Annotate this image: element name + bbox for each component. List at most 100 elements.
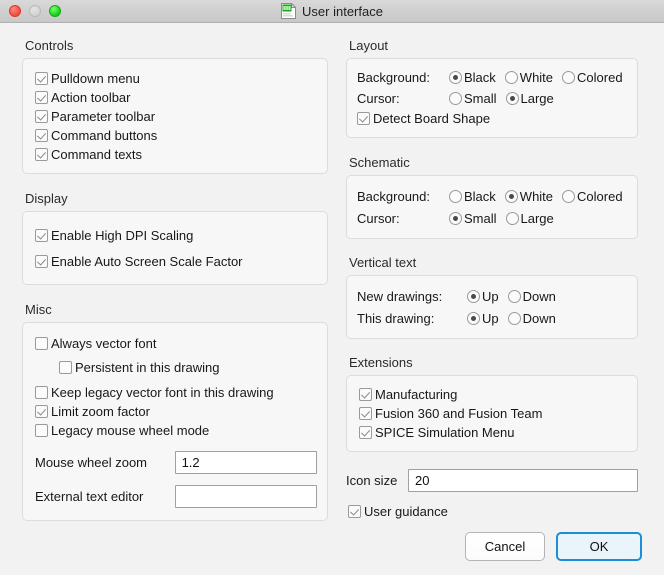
checkbox-manufacturing[interactable]: Manufacturing <box>359 385 629 403</box>
checkbox-pulldown-menu[interactable]: Pulldown menu <box>35 69 317 87</box>
checkbox-icon[interactable] <box>35 128 48 142</box>
radio-icon[interactable] <box>505 211 519 225</box>
radio-icon[interactable] <box>507 311 521 325</box>
window-controls <box>0 5 61 17</box>
checkbox-icon[interactable] <box>35 147 48 161</box>
radio-icon[interactable] <box>562 70 576 84</box>
checkbox-keep-legacy-vector-font[interactable]: Keep legacy vector font in this drawing <box>35 383 317 401</box>
checkbox-label: Detect Board Shape <box>373 110 491 126</box>
radio-schematic-cursor-small[interactable]: Small <box>449 211 497 226</box>
external-text-editor-input[interactable] <box>174 485 317 508</box>
radio-layout-background-colored[interactable]: Colored <box>562 70 623 85</box>
radio-this-drawing-up[interactable]: Up <box>467 311 499 326</box>
checkbox-always-vector-font[interactable]: Always vector font <box>35 334 317 352</box>
checkbox-icon[interactable] <box>35 109 48 123</box>
checkbox-icon[interactable] <box>35 90 48 104</box>
radio-label: White <box>519 188 554 204</box>
checkbox-label: Action toolbar <box>51 89 131 105</box>
field-mouse-wheel-zoom: Mouse wheel zoom 1.2 <box>35 451 317 474</box>
checkbox-icon[interactable] <box>359 425 372 439</box>
radio-icon[interactable] <box>467 311 480 325</box>
radio-icon[interactable] <box>449 70 462 84</box>
radio-icon[interactable] <box>504 70 518 84</box>
section-misc: Misc Always vector font Persistent in th… <box>22 302 328 521</box>
radio-label: Up <box>482 310 499 326</box>
checkbox-icon[interactable] <box>348 504 361 518</box>
checkbox-command-texts[interactable]: Command texts <box>35 145 317 163</box>
radio-icon[interactable] <box>449 91 462 105</box>
radio-schematic-background-colored[interactable]: Colored <box>562 189 623 204</box>
checkbox-icon[interactable] <box>59 360 72 374</box>
minimize-button[interactable] <box>29 5 41 17</box>
icon-size-label: Icon size <box>346 473 398 488</box>
radio-layout-cursor-small[interactable]: Small <box>449 91 497 106</box>
radio-label: Down <box>522 288 556 304</box>
extensions-group: Manufacturing Fusion 360 and Fusion Team… <box>346 375 638 452</box>
checkbox-label: Enable Auto Screen Scale Factor <box>51 253 243 269</box>
checkbox-spice-simulation-menu[interactable]: SPICE Simulation Menu <box>359 423 629 441</box>
checkbox-icon[interactable] <box>359 387 372 401</box>
mouse-wheel-zoom-input[interactable]: 1.2 <box>174 451 317 474</box>
section-schematic: Schematic Background: Black White Colore… <box>346 155 638 239</box>
ok-button[interactable]: OK <box>556 532 642 561</box>
display-heading: Display <box>25 191 68 206</box>
radio-icon[interactable] <box>505 91 519 105</box>
checkbox-icon[interactable] <box>35 404 48 418</box>
checkbox-fusion-360-and-fusion-team[interactable]: Fusion 360 and Fusion Team <box>359 404 629 422</box>
radio-new-drawings-up[interactable]: Up <box>467 289 499 304</box>
radio-icon[interactable] <box>504 189 518 203</box>
checkbox-label: Persistent in this drawing <box>75 359 220 375</box>
user-interface-dialog: User interface Controls Pulldown menu Ac… <box>0 0 664 575</box>
section-controls: Controls Pulldown menu Action toolbar Pa… <box>22 38 328 174</box>
checkbox-parameter-toolbar[interactable]: Parameter toolbar <box>35 107 317 125</box>
radio-layout-cursor-large[interactable]: Large <box>505 91 554 106</box>
checkbox-enable-high-dpi-scaling[interactable]: Enable High DPI Scaling <box>35 226 317 244</box>
checkbox-legacy-mouse-wheel-mode[interactable]: Legacy mouse wheel mode <box>35 421 317 439</box>
schematic-background-label: Background: <box>357 188 430 204</box>
checkbox-action-toolbar[interactable]: Action toolbar <box>35 88 317 106</box>
mouse-wheel-zoom-label: Mouse wheel zoom <box>35 455 147 470</box>
checkbox-enable-auto-screen-scale-factor[interactable]: Enable Auto Screen Scale Factor <box>35 252 317 270</box>
checkbox-limit-zoom-factor[interactable]: Limit zoom factor <box>35 402 317 420</box>
radio-label: Up <box>482 288 499 304</box>
checkbox-icon[interactable] <box>35 228 48 242</box>
radio-icon[interactable] <box>467 289 480 303</box>
checkbox-icon[interactable] <box>357 111 370 125</box>
radio-icon[interactable] <box>507 289 521 303</box>
cancel-button[interactable]: Cancel <box>465 532 545 561</box>
controls-group: Pulldown menu Action toolbar Parameter t… <box>22 58 328 174</box>
checkbox-icon[interactable] <box>35 336 48 350</box>
radio-label: Colored <box>577 69 623 85</box>
radio-layout-background-white[interactable]: White <box>504 70 553 85</box>
extensions-heading: Extensions <box>349 355 413 370</box>
checkbox-command-buttons[interactable]: Command buttons <box>35 126 317 144</box>
schematic-cursor-label: Cursor: <box>357 210 400 226</box>
checkbox-icon[interactable] <box>35 71 48 85</box>
radio-icon[interactable] <box>449 189 462 203</box>
checkbox-icon[interactable] <box>35 423 48 437</box>
icon-size-input[interactable]: 20 <box>408 469 638 492</box>
checkbox-label: SPICE Simulation Menu <box>375 424 515 440</box>
checkbox-icon[interactable] <box>359 406 372 420</box>
vertical-text-heading: Vertical text <box>349 255 417 270</box>
close-button[interactable] <box>9 5 21 17</box>
radio-layout-background-black[interactable]: Black <box>449 70 496 85</box>
layout-heading: Layout <box>349 38 389 53</box>
radio-icon[interactable] <box>562 189 576 203</box>
checkbox-user-guidance[interactable]: User guidance <box>346 502 638 520</box>
radio-schematic-background-white[interactable]: White <box>504 188 554 204</box>
radio-this-drawing-down[interactable]: Down <box>507 311 556 326</box>
checkbox-icon[interactable] <box>35 254 48 268</box>
checkbox-persistent-in-this-drawing[interactable]: Persistent in this drawing <box>35 358 317 376</box>
checkbox-icon[interactable] <box>35 385 48 399</box>
radio-new-drawings-down[interactable]: Down <box>507 288 556 304</box>
zoom-button[interactable] <box>49 5 61 17</box>
dialog-buttons: Cancel OK <box>465 532 642 561</box>
radio-label: Black <box>464 188 496 204</box>
radio-icon[interactable] <box>449 211 462 225</box>
title-center: User interface <box>0 0 664 22</box>
section-layout: Layout Background: Black White Colored C… <box>346 38 638 138</box>
checkbox-detect-board-shape[interactable]: Detect Board Shape <box>357 109 629 127</box>
radio-schematic-cursor-large[interactable]: Large <box>505 211 554 226</box>
radio-schematic-background-black[interactable]: Black <box>449 189 496 204</box>
